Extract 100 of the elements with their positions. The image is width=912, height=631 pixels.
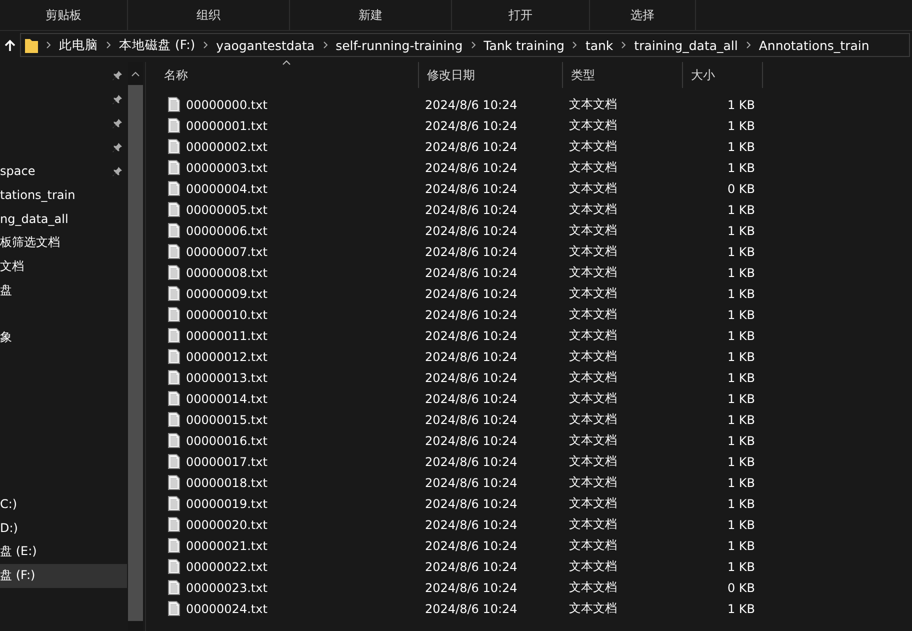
pin-icon[interactable] bbox=[112, 118, 123, 129]
breadcrumb-item[interactable]: 此电脑 bbox=[59, 36, 98, 54]
file-size: 1 KB bbox=[726, 392, 756, 406]
file-type: 文本文档 bbox=[568, 180, 618, 197]
nav-item-label[interactable]: 盘 (E:) bbox=[0, 543, 37, 560]
nav-item-label[interactable]: 盘 bbox=[0, 282, 12, 299]
selected-nav-item[interactable]: 盘 (F:) bbox=[0, 564, 127, 588]
breadcrumb-item[interactable]: 本地磁盘 (F:) bbox=[119, 36, 196, 54]
column-header[interactable]: 类型 bbox=[563, 62, 683, 88]
text-file-icon bbox=[168, 328, 180, 343]
pin-icon[interactable] bbox=[112, 70, 123, 82]
modified-date: 2024/8/6 10:24 bbox=[424, 350, 518, 364]
file-name[interactable]: 00000010.txt bbox=[186, 308, 268, 322]
text-file-icon bbox=[168, 538, 180, 553]
chevron-right-icon[interactable] bbox=[572, 41, 578, 49]
file-size: 1 KB bbox=[726, 350, 756, 364]
chevron-right-icon[interactable] bbox=[106, 41, 111, 49]
file-name[interactable]: 00000022.txt bbox=[186, 560, 268, 574]
chevron-right-icon[interactable] bbox=[203, 41, 208, 49]
nav-item-label[interactable]: 文档 bbox=[0, 258, 24, 275]
file-type: 文本文档 bbox=[568, 117, 618, 134]
file-size: 1 KB bbox=[726, 266, 756, 280]
nav-item-label[interactable]: ng_data_all bbox=[0, 212, 68, 226]
text-file-icon bbox=[168, 454, 180, 469]
pin-icon[interactable] bbox=[112, 142, 123, 153]
file-name[interactable]: 00000006.txt bbox=[186, 224, 268, 238]
file-size: 1 KB bbox=[726, 454, 756, 468]
breadcrumb-item[interactable]: Tank training bbox=[484, 38, 564, 52]
file-type: 文本文档 bbox=[568, 432, 618, 449]
file-name[interactable]: 00000008.txt bbox=[186, 266, 268, 280]
chevron-right-icon[interactable] bbox=[746, 41, 751, 49]
column-header[interactable]: 修改日期 bbox=[419, 62, 563, 88]
chevron-right-icon[interactable] bbox=[46, 41, 51, 49]
scrollbar-thumb[interactable] bbox=[128, 85, 143, 621]
file-name[interactable]: 00000004.txt bbox=[186, 182, 268, 196]
modified-date: 2024/8/6 10:24 bbox=[424, 392, 518, 406]
file-name[interactable]: 00000009.txt bbox=[186, 286, 268, 300]
address-bar[interactable]: 此电脑 本地磁盘 (F:) yaogantestdata self-running-training Tank training tank training_data_all Annotations_train bbox=[20, 33, 910, 57]
file-name[interactable]: 00000020.txt bbox=[186, 518, 268, 532]
nav-item-label[interactable]: 象 bbox=[0, 329, 12, 346]
nav-item-label[interactable]: space bbox=[0, 164, 36, 178]
text-file-icon bbox=[168, 391, 180, 406]
scroll-up-icon[interactable] bbox=[131, 71, 140, 77]
breadcrumb-item[interactable]: Annotations_train bbox=[758, 38, 870, 52]
pin-icon[interactable] bbox=[112, 94, 123, 106]
file-name[interactable]: 00000007.txt bbox=[186, 244, 268, 258]
file-name[interactable]: 00000024.txt bbox=[186, 602, 268, 616]
file-name[interactable]: 00000001.txt bbox=[186, 118, 268, 132]
file-name[interactable]: 00000012.txt bbox=[186, 350, 268, 364]
file-name[interactable]: 00000023.txt bbox=[186, 580, 268, 594]
file-name[interactable]: 00000015.txt bbox=[186, 412, 268, 426]
modified-date: 2024/8/6 10:24 bbox=[424, 518, 518, 532]
file-name[interactable]: 00000000.txt bbox=[186, 98, 268, 112]
file-name[interactable]: 00000019.txt bbox=[186, 496, 268, 510]
file-type: 文本文档 bbox=[568, 96, 618, 113]
nav-item-label[interactable]: C:) bbox=[0, 497, 18, 512]
file-name[interactable]: 00000003.txt bbox=[186, 160, 268, 174]
pin-icon[interactable] bbox=[112, 166, 123, 177]
breadcrumb-item[interactable]: self-running-training bbox=[336, 38, 463, 52]
column-header[interactable]: 大小 bbox=[683, 62, 763, 88]
file-type: 文本文档 bbox=[568, 348, 618, 365]
file-type: 文本文档 bbox=[568, 222, 618, 239]
nav-item-label[interactable]: tations_train bbox=[0, 188, 76, 202]
file-type: 文本文档 bbox=[568, 327, 618, 344]
chevron-right-icon[interactable] bbox=[621, 41, 626, 49]
text-file-icon bbox=[168, 223, 180, 238]
nav-item-label[interactable]: 盘 (F:) bbox=[0, 567, 36, 584]
file-type: 文本文档 bbox=[568, 159, 618, 176]
file-type: 文本文档 bbox=[568, 306, 618, 323]
text-file-icon bbox=[168, 118, 180, 133]
modified-date: 2024/8/6 10:24 bbox=[424, 454, 518, 468]
file-name[interactable]: 00000017.txt bbox=[186, 454, 268, 468]
file-type: 文本文档 bbox=[568, 369, 618, 386]
chevron-right-icon[interactable] bbox=[322, 41, 328, 49]
file-name[interactable]: 00000021.txt bbox=[186, 538, 268, 552]
breadcrumb-item[interactable]: yaogantestdata bbox=[216, 38, 315, 52]
file-type: 文本文档 bbox=[568, 537, 618, 554]
modified-date: 2024/8/6 10:24 bbox=[424, 266, 518, 280]
column-header[interactable]: 名称 bbox=[156, 62, 419, 88]
file-type: 文本文档 bbox=[568, 516, 618, 533]
file-type: 文本文档 bbox=[568, 411, 618, 428]
file-name[interactable]: 00000018.txt bbox=[186, 476, 268, 490]
ribbon-group-label: 打开 bbox=[508, 6, 532, 24]
chevron-right-icon[interactable] bbox=[470, 41, 476, 49]
text-file-icon bbox=[168, 601, 180, 616]
nav-item-label[interactable]: D:) bbox=[0, 521, 18, 536]
breadcrumb-item[interactable]: training_data_all bbox=[634, 38, 738, 52]
file-size: 1 KB bbox=[726, 434, 756, 448]
nav-item-label[interactable]: 板筛选文档 bbox=[0, 234, 60, 251]
file-name[interactable]: 00000002.txt bbox=[186, 140, 268, 154]
file-name[interactable]: 00000016.txt bbox=[186, 434, 268, 448]
file-type: 文本文档 bbox=[568, 453, 618, 470]
file-size: 1 KB bbox=[726, 118, 756, 132]
folder-icon bbox=[25, 38, 38, 52]
modified-date: 2024/8/6 10:24 bbox=[424, 580, 518, 594]
file-name[interactable]: 00000013.txt bbox=[186, 370, 268, 384]
file-name[interactable]: 00000014.txt bbox=[186, 392, 268, 406]
file-name[interactable]: 00000005.txt bbox=[186, 202, 268, 216]
breadcrumb-item[interactable]: tank bbox=[585, 38, 614, 52]
file-name[interactable]: 00000011.txt bbox=[186, 328, 268, 342]
